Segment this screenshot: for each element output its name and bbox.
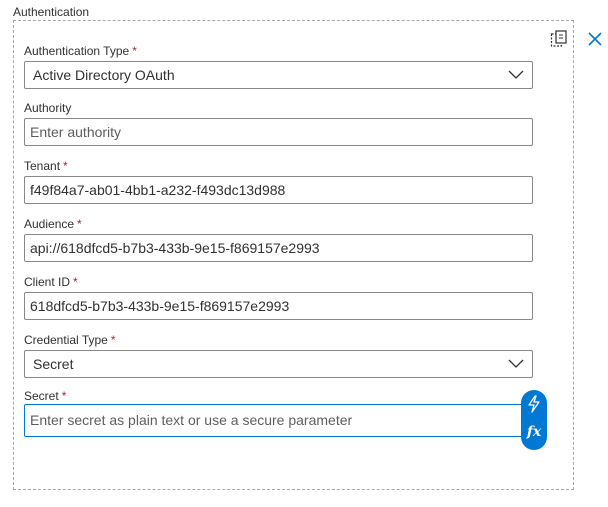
required-marker: * [132, 44, 137, 58]
credential-type-value: Secret [33, 356, 74, 372]
required-marker: * [61, 389, 67, 403]
tenant-input[interactable]: f49f84a7-ab01-4bb1-a232-f493dc13d988 [24, 176, 533, 204]
expression-button[interactable]: fx [521, 424, 547, 440]
audience-input[interactable]: api://618dfcd5-b7b3-433b-9e15-f869157e29… [24, 234, 533, 262]
audience-value: api://618dfcd5-b7b3-433b-9e15-f869157e29… [30, 240, 320, 256]
section-title: Authentication [13, 5, 90, 19]
lightning-icon[interactable] [527, 395, 541, 413]
auth-type-value: Active Directory OAuth [33, 67, 175, 83]
chevron-down-icon [508, 359, 524, 368]
secret-input[interactable]: Enter secret as plain text or use a secu… [24, 404, 526, 437]
tenant-label: Tenant * [24, 159, 68, 173]
required-marker: * [110, 333, 116, 347]
authority-placeholder: Enter authority [30, 124, 122, 140]
required-marker: * [77, 217, 82, 231]
client-id-label: Client ID * [24, 275, 78, 289]
dynamic-content-pill: fx [521, 390, 547, 450]
copy-icon[interactable] [550, 30, 568, 48]
credential-type-label: Credential Type * [24, 333, 116, 347]
audience-label: Audience * [24, 217, 82, 231]
client-id-value: 618dfcd5-b7b3-433b-9e15-f869157e2993 [30, 298, 290, 314]
required-marker: * [63, 159, 68, 173]
secret-placeholder: Enter secret as plain text or use a secu… [30, 412, 353, 428]
client-id-input[interactable]: 618dfcd5-b7b3-433b-9e15-f869157e2993 [24, 292, 533, 320]
tenant-value: f49f84a7-ab01-4bb1-a232-f493dc13d988 [30, 182, 286, 198]
auth-type-dropdown[interactable]: Active Directory OAuth [24, 61, 533, 89]
authority-label: Authority [24, 101, 72, 115]
close-icon[interactable] [587, 31, 603, 47]
secret-label: Secret * [24, 389, 67, 403]
credential-type-dropdown[interactable]: Secret [24, 350, 533, 378]
authority-input[interactable]: Enter authority [24, 118, 533, 146]
required-marker: * [73, 275, 78, 289]
chevron-down-icon [508, 70, 524, 79]
auth-type-label: Authentication Type * [24, 44, 137, 58]
